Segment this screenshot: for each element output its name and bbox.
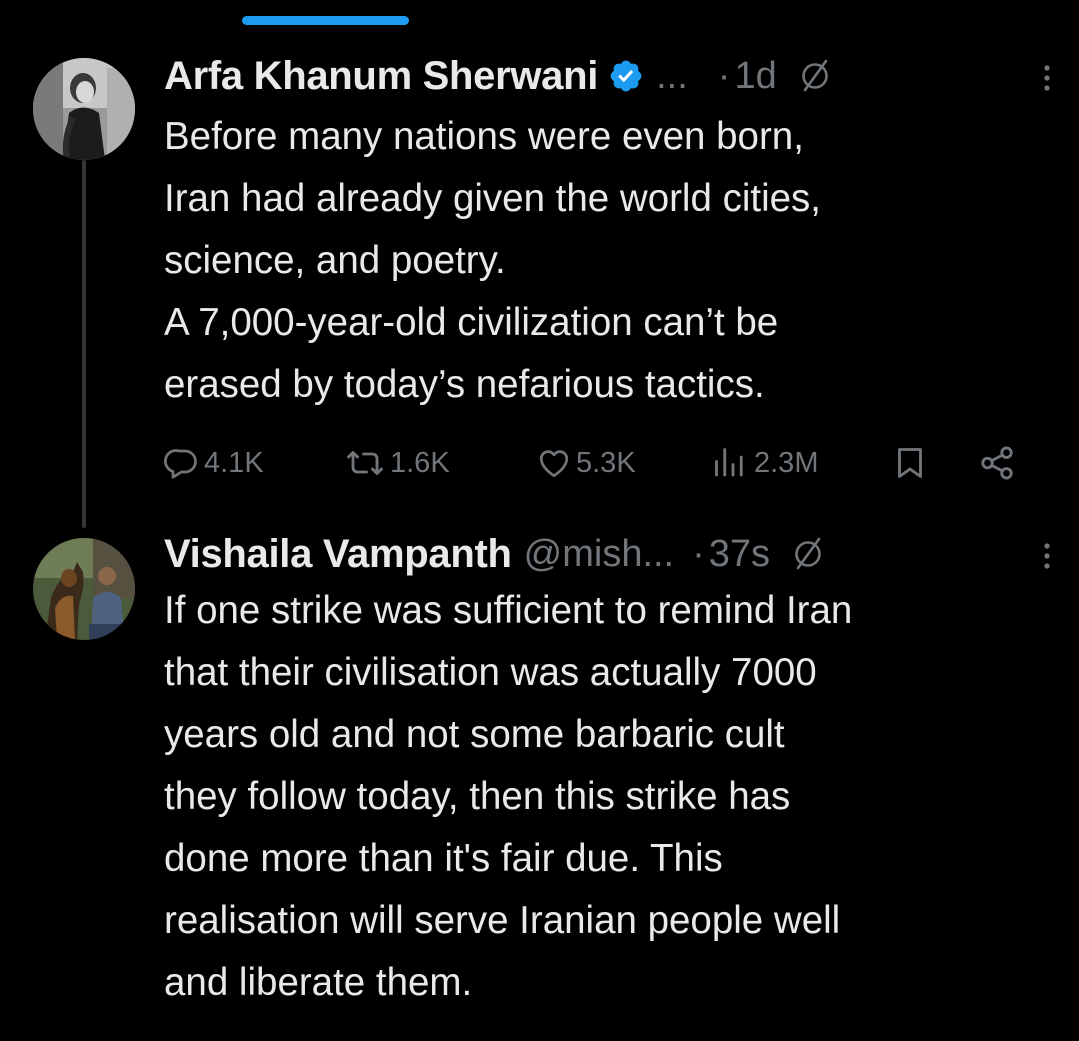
author-name[interactable]: Vishaila Vampanth [164,532,512,577]
tweet-text: Before many nations were even born, Iran… [164,106,1054,416]
tweet-text-line: that their civilisation was actually 700… [164,651,817,694]
reply-icon [164,449,197,479]
timestamp[interactable]: 37s [709,533,770,576]
repost-icon [347,451,383,475]
thread-connector-line [82,160,86,528]
tweet-text-line: If one strike was sufficient to remind I… [164,589,853,632]
author-handle[interactable]: @mish... [524,533,674,576]
tweet-text-line: A 7,000-year-old civilization can’t be [164,301,779,344]
tweet-text-line: erased by today’s nefarious tactics. [164,363,765,406]
tweet-text-line: they follow today, then this strike has [164,775,791,818]
tweet-text-line: and liberate them. [164,961,473,1004]
repost-button[interactable]: 1.6K [344,438,450,488]
share-button[interactable] [978,438,1016,488]
like-count: 5.3K [576,446,636,479]
tweet-text-line: realisation will serve Iranian people we… [164,899,841,942]
scroll-indicator [242,16,409,25]
tweet-text-line: years old and not some barbaric cult [164,713,785,756]
verified-badge-icon [610,60,642,92]
author-name[interactable]: Arfa Khanum Sherwani [164,54,598,99]
tweet-text-line: done more than it's fair due. This [164,837,723,880]
more-options-icon[interactable] [1037,58,1057,98]
tweet-header: Vishaila Vampanth @mish... · 37s [164,528,1049,580]
views-count: 2.3M [754,446,819,479]
grok-icon[interactable] [795,56,835,96]
repost-count: 1.6K [390,446,450,479]
reply-button[interactable]: 4.1K [164,438,264,488]
views-chart-icon [715,448,743,477]
more-options-icon[interactable] [1037,536,1057,576]
tweet-text-line: science, and poetry. [164,239,506,282]
tweet-actions-bar: 4.1K 1.6K 5.3K 2.3M [164,438,1034,488]
timestamp[interactable]: 1d [734,55,776,98]
avatar[interactable] [33,538,135,640]
like-button[interactable]: 5.3K [536,438,636,488]
separator-dot: · [717,54,731,97]
share-icon [981,446,1013,480]
grok-icon[interactable] [788,534,828,574]
bookmark-button[interactable] [892,438,928,488]
author-handle[interactable]: ... [656,55,688,98]
avatar[interactable] [33,58,135,160]
separator-dot: · [692,532,705,575]
tweet-text: If one strike was sufficient to remind I… [164,580,1054,1014]
bookmark-icon [898,448,922,478]
views-button[interactable]: 2.3M [710,438,818,488]
tweet-text-line: Iran had already given the world cities, [164,177,822,220]
reply-count: 4.1K [204,446,264,479]
heart-icon [539,450,569,478]
tweet-text-line: Before many nations were even born, [164,115,804,158]
tweet-header: Arfa Khanum Sherwani ... · 1d [164,50,1049,102]
